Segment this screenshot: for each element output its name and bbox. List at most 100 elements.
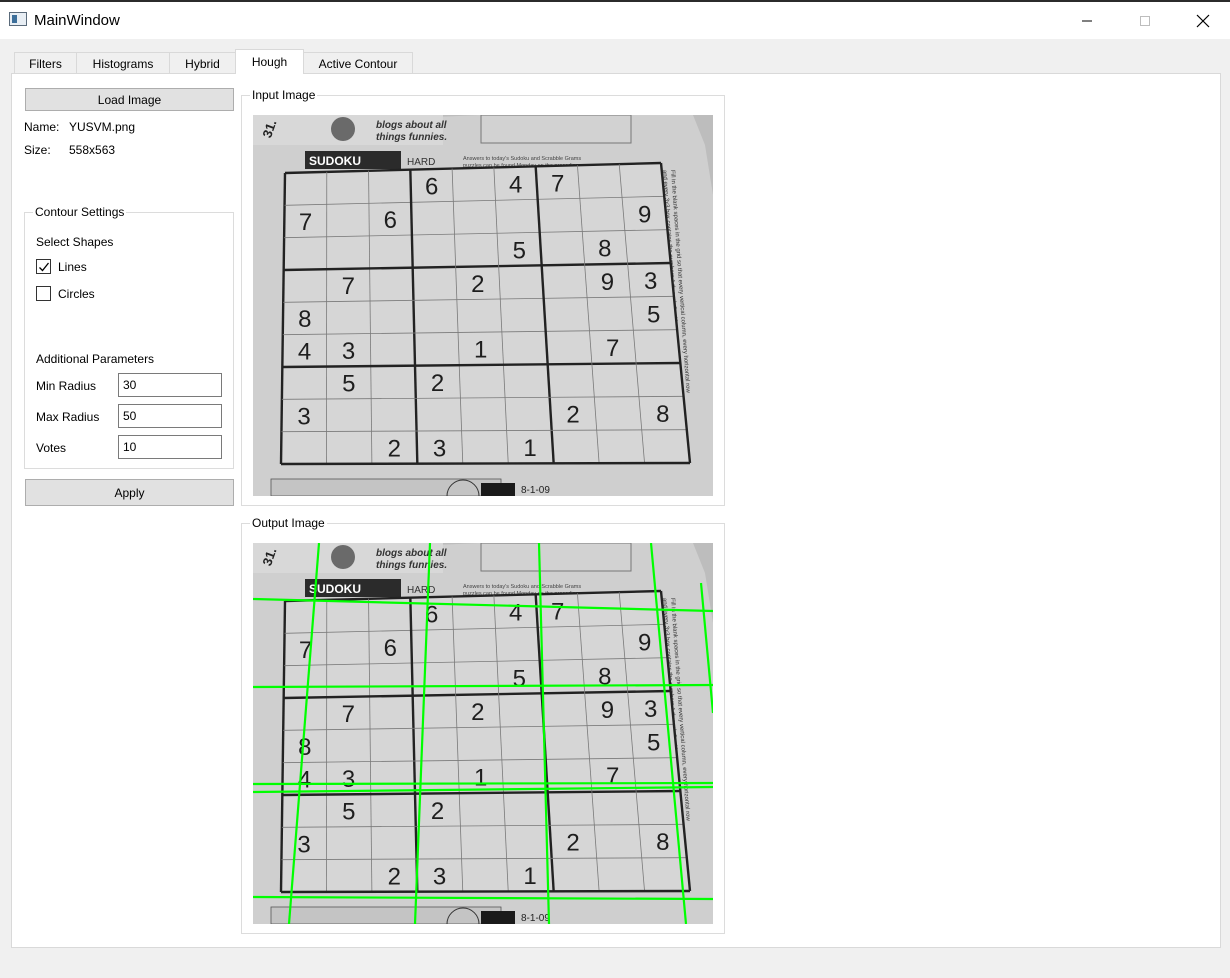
input-image-view: 31. blogs about all things funnies. SUDOKU H… xyxy=(253,115,713,496)
sudoku-digit: 5 xyxy=(342,799,355,826)
sudoku-digit: 5 xyxy=(342,371,355,398)
maximize-button[interactable] xyxy=(1115,2,1175,39)
sudoku-digit: 7 xyxy=(606,763,619,790)
sudoku-digit: 3 xyxy=(342,766,355,793)
sudoku-digit: 8 xyxy=(656,401,669,428)
footer-date: 8-1-09 xyxy=(521,485,550,496)
sudoku-digit: 5 xyxy=(647,301,660,328)
sudoku-digit: 4 xyxy=(509,599,522,626)
apply-label: Apply xyxy=(114,485,145,500)
title-bar: MainWindow xyxy=(0,0,1230,39)
sudoku-digit: 6 xyxy=(384,635,397,662)
sudoku-digit: 3 xyxy=(433,863,446,890)
sudoku-digit: 1 xyxy=(474,337,487,364)
sudoku-grid-area xyxy=(281,163,690,464)
sudoku-digit: 6 xyxy=(384,207,397,234)
contour-settings-title: Contour Settings xyxy=(33,205,127,219)
tab-label: Active Contour xyxy=(318,56,398,71)
votes-input[interactable]: 10 xyxy=(118,435,222,459)
sudoku-digit: 4 xyxy=(509,171,522,198)
sudoku-digit: 1 xyxy=(474,765,487,792)
apply-button[interactable]: Apply xyxy=(25,479,234,506)
grid-line xyxy=(280,461,691,466)
load-image-label: Load Image xyxy=(97,92,162,107)
sudoku-digit: 9 xyxy=(638,629,651,656)
sudoku-digit: 5 xyxy=(513,665,526,692)
max-radius-input[interactable]: 50 xyxy=(118,404,222,428)
sudoku-digit: 2 xyxy=(566,402,579,429)
footer-date: 8-1-09 xyxy=(521,913,550,924)
comic-strip xyxy=(480,543,632,572)
sudoku-digit: 5 xyxy=(513,237,526,264)
tab-label: Hybrid xyxy=(185,56,220,71)
hough-tab-panel: Load Image Name: YUSVM.png Size: 558x563… xyxy=(11,73,1221,948)
hough-detected-line xyxy=(253,781,713,786)
sudoku-digit: 3 xyxy=(297,403,310,430)
sudoku-digit: 2 xyxy=(471,271,484,298)
sudoku-digit: 2 xyxy=(566,830,579,857)
tab-hybrid[interactable]: Hybrid xyxy=(169,52,236,74)
select-shapes-label: Select Shapes xyxy=(36,235,114,249)
output-image-group: Output Image 31. blogs about all things fu… xyxy=(241,516,725,934)
name-label: Name: xyxy=(24,120,60,134)
sudoku-digit: 7 xyxy=(342,273,355,300)
header-text-1: blogs about all xyxy=(376,120,447,131)
sudoku-digit: 5 xyxy=(647,729,660,756)
app-window-icon xyxy=(9,12,27,26)
sudoku-digit: 2 xyxy=(471,699,484,726)
input-image: 31. blogs about allthings funnies.SUDOKU H… xyxy=(253,115,713,496)
size-label: Size: xyxy=(24,143,51,157)
difficulty-label: HARD xyxy=(407,157,435,168)
output-image-title: Output Image xyxy=(250,516,327,530)
minimize-button[interactable] xyxy=(1057,2,1117,39)
sudoku-digit: 2 xyxy=(431,370,444,397)
load-image-button[interactable]: Load Image xyxy=(25,88,234,111)
grid-line xyxy=(280,889,691,894)
lines-checkbox[interactable] xyxy=(36,259,51,274)
input-image-group: Input Image 31. blogs about all things fun… xyxy=(241,88,725,506)
minimize-icon xyxy=(1082,20,1092,21)
sudoku-digit: 8 xyxy=(656,829,669,856)
window-title: MainWindow xyxy=(34,12,120,29)
header-text-1: blogs about all xyxy=(376,548,447,559)
sudoku-digit: 3 xyxy=(644,696,657,723)
sudoku-digit: 7 xyxy=(551,598,564,625)
close-icon xyxy=(1196,14,1210,27)
name-value: YUSVM.png xyxy=(69,120,136,134)
close-button[interactable] xyxy=(1173,2,1230,39)
answers-note-1: Answers to today's Sudoku and Scrabble G… xyxy=(463,156,581,162)
tab-histograms[interactable]: Histograms xyxy=(76,52,170,74)
sudoku-digit: 2 xyxy=(431,798,444,825)
sudoku-digit: 2 xyxy=(388,863,401,890)
sudoku-digit: 7 xyxy=(606,335,619,362)
sudoku-digit: 7 xyxy=(342,701,355,728)
sudoku-badge: SUDOKU xyxy=(309,154,361,168)
sudoku-digit: 8 xyxy=(598,236,611,263)
circles-checkbox[interactable] xyxy=(36,286,51,301)
bottom-strip xyxy=(270,906,502,924)
bottom-black-box xyxy=(481,483,515,496)
input-image-title: Input Image xyxy=(250,88,318,102)
sudoku-digit: 3 xyxy=(342,338,355,365)
tab-label: Filters xyxy=(29,56,62,71)
tab-label: Hough xyxy=(251,55,288,69)
tab-active-contour[interactable]: Active Contour xyxy=(303,52,413,74)
sudoku-digit: 3 xyxy=(433,435,446,462)
sudoku-digit: 7 xyxy=(299,209,312,236)
min-radius-input[interactable]: 30 xyxy=(118,373,222,397)
sudoku-digit: 8 xyxy=(298,306,311,333)
sudoku-digit: 9 xyxy=(601,269,614,296)
sudoku-digit: 7 xyxy=(551,170,564,197)
lines-label: Lines xyxy=(58,260,87,274)
circles-label: Circles xyxy=(58,287,95,301)
difficulty-label: HARD xyxy=(407,585,435,596)
min-radius-label: Min Radius xyxy=(36,379,97,393)
comic-strip xyxy=(480,115,632,144)
contour-settings-group: Contour Settings Select Shapes Lines Cir… xyxy=(24,205,234,469)
header-text-2: things funnies. xyxy=(376,132,447,143)
tab-label: Histograms xyxy=(92,56,154,71)
bottom-black-box xyxy=(481,911,515,924)
tab-filters[interactable]: Filters xyxy=(14,52,77,74)
tab-hough[interactable]: Hough xyxy=(235,49,304,74)
sudoku-digit: 3 xyxy=(644,268,657,295)
